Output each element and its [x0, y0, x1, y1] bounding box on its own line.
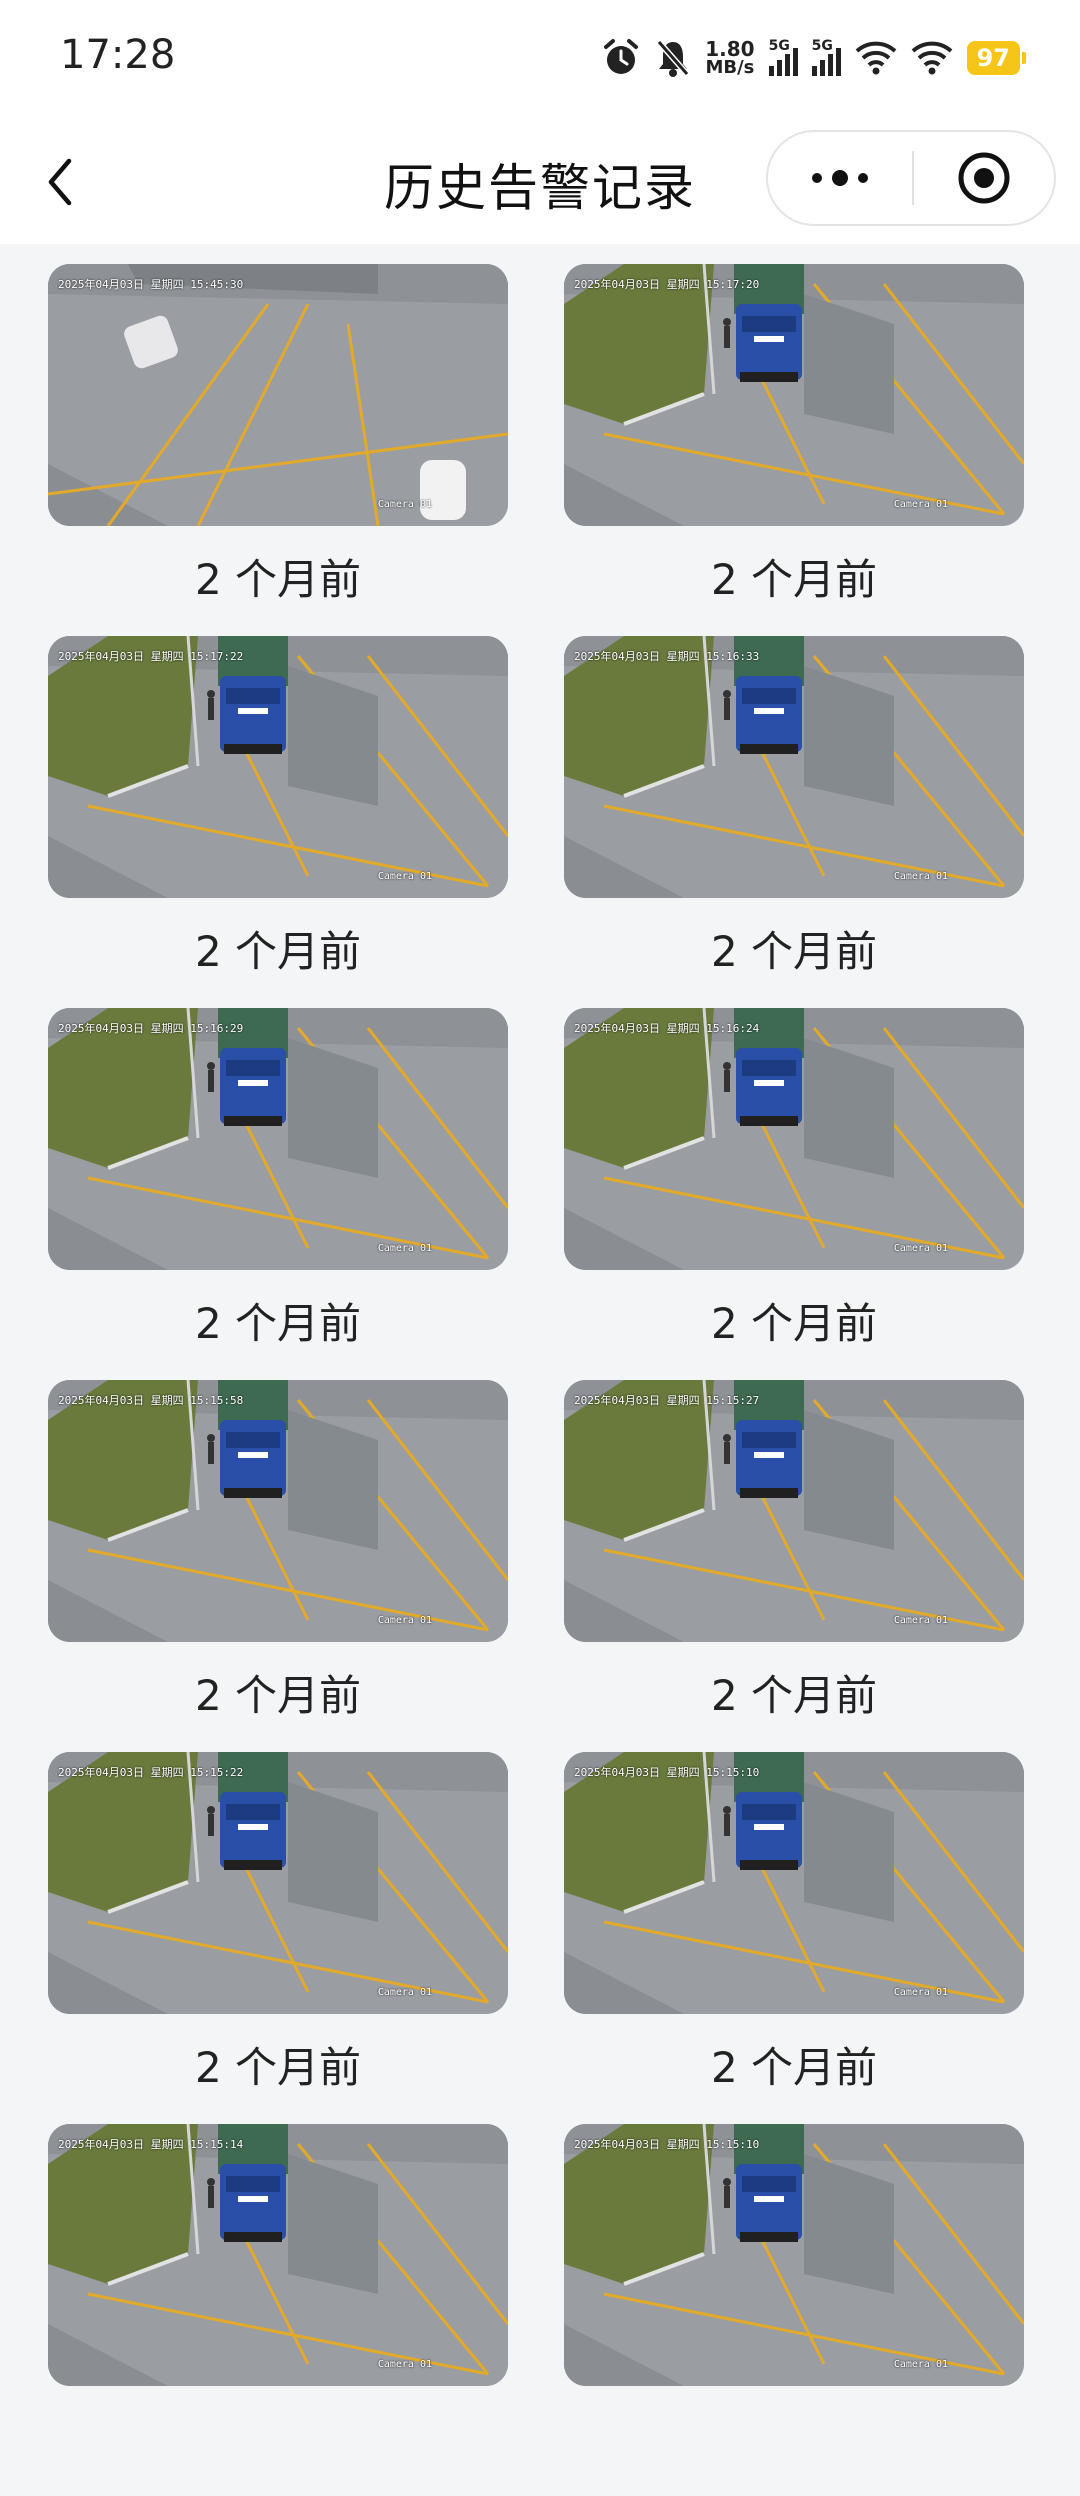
- record-thumbnail[interactable]: 2025年04月03日 星期四 15:16:29 Camera 01: [48, 1008, 508, 1270]
- record-time-label: 2 个月前: [194, 1299, 362, 1348]
- wifi-icon: [911, 40, 953, 76]
- status-icons: 1.80 MB/s 5G 5G 97: [601, 36, 1027, 80]
- status-time: 17:28: [60, 32, 176, 78]
- snapshot-timestamp: 2025年04月03日 星期四 15:15:10: [574, 1766, 760, 1779]
- camera-label: Camera 01: [377, 1987, 432, 1998]
- wifi-icon: [855, 40, 897, 76]
- record-card[interactable]: 2025年04月03日 星期四 15:15:14 Camera 01: [48, 2124, 508, 2496]
- snapshot-timestamp: 2025年04月03日 星期四 15:17:22: [58, 650, 244, 663]
- camera-snapshot: [564, 264, 1024, 526]
- record-thumbnail[interactable]: 2025年04月03日 星期四 15:15:58 Camera 01: [48, 1380, 508, 1642]
- snapshot-timestamp: 2025年04月03日 星期四 15:17:20: [574, 278, 760, 291]
- camera-label: Camera 01: [377, 1243, 432, 1254]
- snapshot-timestamp: 2025年04月03日 星期四 15:15:58: [58, 1394, 244, 1407]
- camera-label: Camera 01: [893, 499, 948, 510]
- nav-header: 历史告警记录: [0, 120, 1080, 244]
- camera-snapshot: [48, 636, 508, 898]
- record-thumbnail[interactable]: 2025年04月03日 星期四 15:16:24 Camera 01: [564, 1008, 1024, 1270]
- camera-label: Camera 01: [377, 2359, 432, 2370]
- record-card[interactable]: 2025年04月03日 星期四 15:15:22 Camera 01 2 个月前: [48, 1752, 508, 2124]
- more-button[interactable]: [768, 132, 912, 224]
- record-time-label: 2 个月前: [710, 927, 878, 976]
- record-card[interactable]: 2025年04月03日 星期四 15:15:10 Camera 01: [564, 2124, 1024, 2496]
- record-thumbnail[interactable]: 2025年04月03日 星期四 15:16:33 Camera 01: [564, 636, 1024, 898]
- camera-snapshot: [48, 1752, 508, 2014]
- snapshot-timestamp: 2025年04月03日 星期四 15:16:29: [58, 1022, 244, 1035]
- close-button[interactable]: [914, 132, 1054, 224]
- record-card[interactable]: 2025年04月03日 星期四 15:17:20 Camera 01 2 个月前: [564, 264, 1024, 636]
- camera-label: Camera 01: [377, 1615, 432, 1626]
- record-card[interactable]: 2025年04月03日 星期四 15:15:27 Camera 01 2 个月前: [564, 1380, 1024, 1752]
- camera-snapshot: [48, 2124, 508, 2386]
- snapshot-timestamp: 2025年04月03日 星期四 15:15:22: [58, 1766, 244, 1779]
- camera-label: Camera 01: [893, 1615, 948, 1626]
- record-card[interactable]: 2025年04月03日 星期四 15:16:29 Camera 01 2 个月前: [48, 1008, 508, 1380]
- snapshot-timestamp: 2025年04月03日 星期四 15:15:27: [574, 1394, 760, 1407]
- record-time-label: 2 个月前: [194, 1671, 362, 1720]
- signal-icon: 5G: [811, 38, 841, 76]
- camera-label: Camera 01: [893, 1987, 948, 1998]
- record-thumbnail[interactable]: 2025年04月03日 星期四 15:15:22 Camera 01: [48, 1752, 508, 2014]
- record-time-label: 2 个月前: [710, 1671, 878, 1720]
- mini-program-capsule: [766, 130, 1056, 226]
- record-card[interactable]: 2025年04月03日 星期四 15:15:58 Camera 01 2 个月前: [48, 1380, 508, 1752]
- camera-label: Camera 01: [893, 2359, 948, 2370]
- record-card[interactable]: 2025年04月03日 星期四 15:17:22 Camera 01 2 个月前: [48, 636, 508, 1008]
- camera-snapshot: [564, 2124, 1024, 2386]
- snapshot-timestamp: 2025年04月03日 星期四 15:15:14: [58, 2138, 244, 2151]
- more-dots-icon: [812, 170, 868, 186]
- camera-label: Camera 01: [893, 1243, 948, 1254]
- camera-snapshot: [564, 1752, 1024, 2014]
- battery-icon: 97: [966, 41, 1027, 75]
- record-time-label: 2 个月前: [194, 2043, 362, 2092]
- snapshot-timestamp: 2025年04月03日 星期四 15:16:24: [574, 1022, 760, 1035]
- record-time-label: 2 个月前: [194, 555, 362, 604]
- record-thumbnail[interactable]: 2025年04月03日 星期四 15:15:10 Camera 01: [564, 1752, 1024, 2014]
- record-card[interactable]: 2025年04月03日 星期四 15:45:30 Camera 01 2 个月前: [48, 264, 508, 636]
- record-card[interactable]: 2025年04月03日 星期四 15:15:10 Camera 01 2 个月前: [564, 1752, 1024, 2124]
- record-thumbnail[interactable]: 2025年04月03日 星期四 15:15:10 Camera 01: [564, 2124, 1024, 2386]
- camera-snapshot: [48, 1380, 508, 1642]
- camera-snapshot: [564, 1008, 1024, 1270]
- signal-icon: 5G: [768, 38, 798, 76]
- record-grid: 2025年04月03日 星期四 15:45:30 Camera 01 2 个月前…: [48, 264, 1032, 2496]
- snapshot-timestamp: 2025年04月03日 星期四 15:16:33: [574, 650, 760, 663]
- record-thumbnail[interactable]: 2025年04月03日 星期四 15:15:27 Camera 01: [564, 1380, 1024, 1642]
- record-time-label: 2 个月前: [710, 2043, 878, 2092]
- record-time-label: 2 个月前: [710, 1299, 878, 1348]
- camera-snapshot: [564, 1380, 1024, 1642]
- record-card[interactable]: 2025年04月03日 星期四 15:16:33 Camera 01 2 个月前: [564, 636, 1024, 1008]
- record-time-label: 2 个月前: [194, 927, 362, 976]
- camera-snapshot: [48, 1008, 508, 1270]
- snapshot-timestamp: 2025年04月03日 星期四 15:45:30: [58, 278, 244, 291]
- alarm-icon: [601, 38, 641, 78]
- record-time-label: 2 个月前: [710, 555, 878, 604]
- record-thumbnail[interactable]: 2025年04月03日 星期四 15:45:30 Camera 01: [48, 264, 508, 526]
- target-circle-icon: [958, 152, 1010, 204]
- camera-label: Camera 01: [893, 871, 948, 882]
- record-thumbnail[interactable]: 2025年04月03日 星期四 15:15:14 Camera 01: [48, 2124, 508, 2386]
- record-card[interactable]: 2025年04月03日 星期四 15:16:24 Camera 01 2 个月前: [564, 1008, 1024, 1380]
- record-thumbnail[interactable]: 2025年04月03日 星期四 15:17:20 Camera 01: [564, 264, 1024, 526]
- camera-label: Camera 01: [377, 499, 432, 510]
- snapshot-timestamp: 2025年04月03日 星期四 15:15:10: [574, 2138, 760, 2151]
- net-speed: 1.80 MB/s: [705, 37, 755, 78]
- camera-label: Camera 01: [377, 871, 432, 882]
- status-bar: 17:28 1.80 MB/s 5G 5G 97: [0, 0, 1080, 120]
- record-thumbnail[interactable]: 2025年04月03日 星期四 15:17:22 Camera 01: [48, 636, 508, 898]
- mute-bell-icon: [655, 38, 691, 78]
- camera-snapshot: [564, 636, 1024, 898]
- camera-snapshot: [48, 264, 508, 526]
